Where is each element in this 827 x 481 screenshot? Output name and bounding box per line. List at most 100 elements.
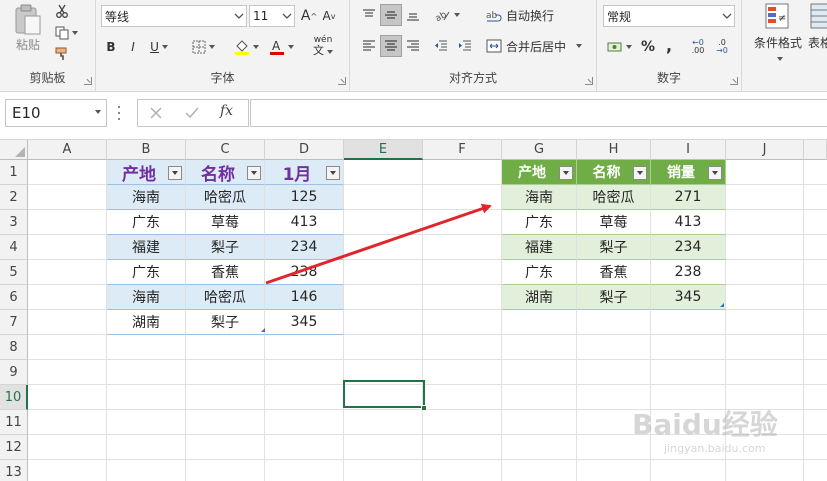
merge-center-label: 合并后居中 [506,39,567,54]
font-color-icon: A [269,39,284,55]
svg-text:ab: ab [486,11,498,21]
italic-button[interactable]: I [124,37,142,57]
watermark-brand: Baidu经验 [632,408,778,441]
format-painter-icon [55,47,67,60]
clipboard-launcher[interactable] [84,77,92,85]
align-center-button[interactable] [380,35,402,57]
underline-label: U [150,40,159,54]
currency-icon [607,42,621,52]
font-group: 等线 11 A ^ Av B I U A wén 文 字体 [96,0,350,92]
svg-text:A: A [272,39,281,53]
bold-button[interactable]: B [102,37,120,57]
middle-align-icon [385,11,397,19]
orientation-icon: ab [435,10,449,22]
alignment-group: ab ab 自动换行 合并后居中 对齐方式 [350,0,597,92]
formula-bar: E10 fx [0,92,827,140]
bottom-align-button[interactable] [402,4,424,26]
spreadsheet-grid: ABCDEFGHIJ 1 2 3 4 5 6 7 8 9 10 11 12 13 产地 名称 1月 海南 哈密瓜… [0,140,827,481]
cut-button[interactable] [52,2,72,20]
watermark-logo: Baidu经验 [632,403,778,443]
borders-button[interactable] [188,37,218,57]
number-format-combo[interactable]: 常规 [603,5,735,27]
accounting-format-button[interactable] [603,37,635,57]
chevron-down-icon [281,10,292,20]
number-format-value: 常规 [607,9,632,24]
align-right-icon [407,40,419,51]
paste-icon [15,4,41,34]
format-as-table-label: 表格 [808,36,827,50]
svg-text:≠: ≠ [778,13,786,24]
align-center-icon [385,40,397,51]
paste-label: 粘贴 [15,37,40,52]
format-as-table-button[interactable]: 表格 [808,2,827,62]
copy-button[interactable] [52,24,80,42]
conditional-formatting-button[interactable]: ≠ 条件格式 [748,2,808,62]
number-group-label: 数字 [656,71,681,85]
fill-color-icon [234,40,249,55]
increase-decimal-label: .00 [691,46,705,55]
middle-align-button[interactable] [380,4,402,26]
wrap-text-button[interactable]: ab 自动换行 [486,4,566,26]
increase-indent-button[interactable] [454,35,476,57]
clipboard-group-label: 剪贴板 [29,71,66,85]
align-left-button[interactable] [358,35,380,57]
clipboard-group: 粘贴 剪贴板 [0,0,96,92]
shrink-font-button[interactable]: Av [320,7,338,25]
phonetic-glyph: 文 [313,45,333,56]
font-name-value: 等线 [105,9,130,24]
styles-group: ≠ 条件格式 表格 [742,0,827,92]
fill-color-button[interactable] [230,37,262,57]
formula-buttons: fx [137,99,249,127]
font-size-combo[interactable]: 11 [249,5,295,27]
orientation-button[interactable]: ab [432,4,462,26]
decrease-decimal-button[interactable]: .0 →0 [711,37,733,57]
chevron-down-icon[interactable] [95,110,101,114]
alignment-group-label: 对齐方式 [448,71,497,85]
wrap-text-icon: ab [486,11,502,22]
merge-center-icon [486,39,502,53]
grow-font-button[interactable]: A ^ [300,7,318,25]
formula-input[interactable] [250,99,827,127]
phonetic-button[interactable]: wén 文 [306,35,340,57]
paste-button[interactable]: 粘贴 [8,2,48,54]
cancel-icon[interactable] [148,105,164,121]
name-box-value: E10 [12,104,41,122]
font-group-label: 字体 [210,71,235,85]
percent-button[interactable]: % [639,37,657,57]
enter-icon[interactable] [184,105,200,121]
chevron-down-icon [233,10,244,20]
format-as-table-icon [810,3,827,29]
bottom-align-icon [407,13,419,21]
name-box[interactable]: E10 [5,99,107,127]
underline-button[interactable]: U [146,37,172,57]
top-align-icon [363,9,375,17]
align-right-button[interactable] [402,35,424,57]
font-size-value: 11 [253,9,269,23]
decrease-indent-button[interactable] [430,35,452,57]
arrow-right-icon: →0 [716,46,728,55]
decrease-indent-icon [435,40,447,51]
conditional-formatting-icon: ≠ [765,3,789,29]
cut-icon [56,4,68,18]
chevron-down-icon [721,10,732,20]
align-left-icon [363,40,375,51]
number-launcher[interactable] [730,77,738,85]
borders-icon [192,40,205,54]
increase-indent-icon [459,40,471,51]
comma-button[interactable]: , [661,35,677,55]
copy-icon [55,26,68,40]
increase-decimal-button[interactable]: ←0 .00 [687,37,709,57]
more-options-icon[interactable] [118,106,122,120]
number-group: 常规 % , ←0 .00 .0 →0 数字 [597,0,742,92]
font-color-button[interactable]: A [266,37,296,57]
font-name-combo[interactable]: 等线 [101,5,247,27]
merge-center-button[interactable]: 合并后居中 [486,35,586,57]
alignment-launcher[interactable] [585,77,593,85]
wrap-text-label: 自动换行 [506,8,555,23]
format-painter-button[interactable] [52,45,72,63]
conditional-formatting-label: 条件格式 [753,36,802,50]
insert-function-icon[interactable]: fx [220,103,233,119]
font-launcher[interactable] [338,77,346,85]
ribbon: 粘贴 剪贴板 等线 11 A ^ Av B I U A wén 文 字体 ab … [0,0,827,92]
top-align-button[interactable] [358,4,380,26]
